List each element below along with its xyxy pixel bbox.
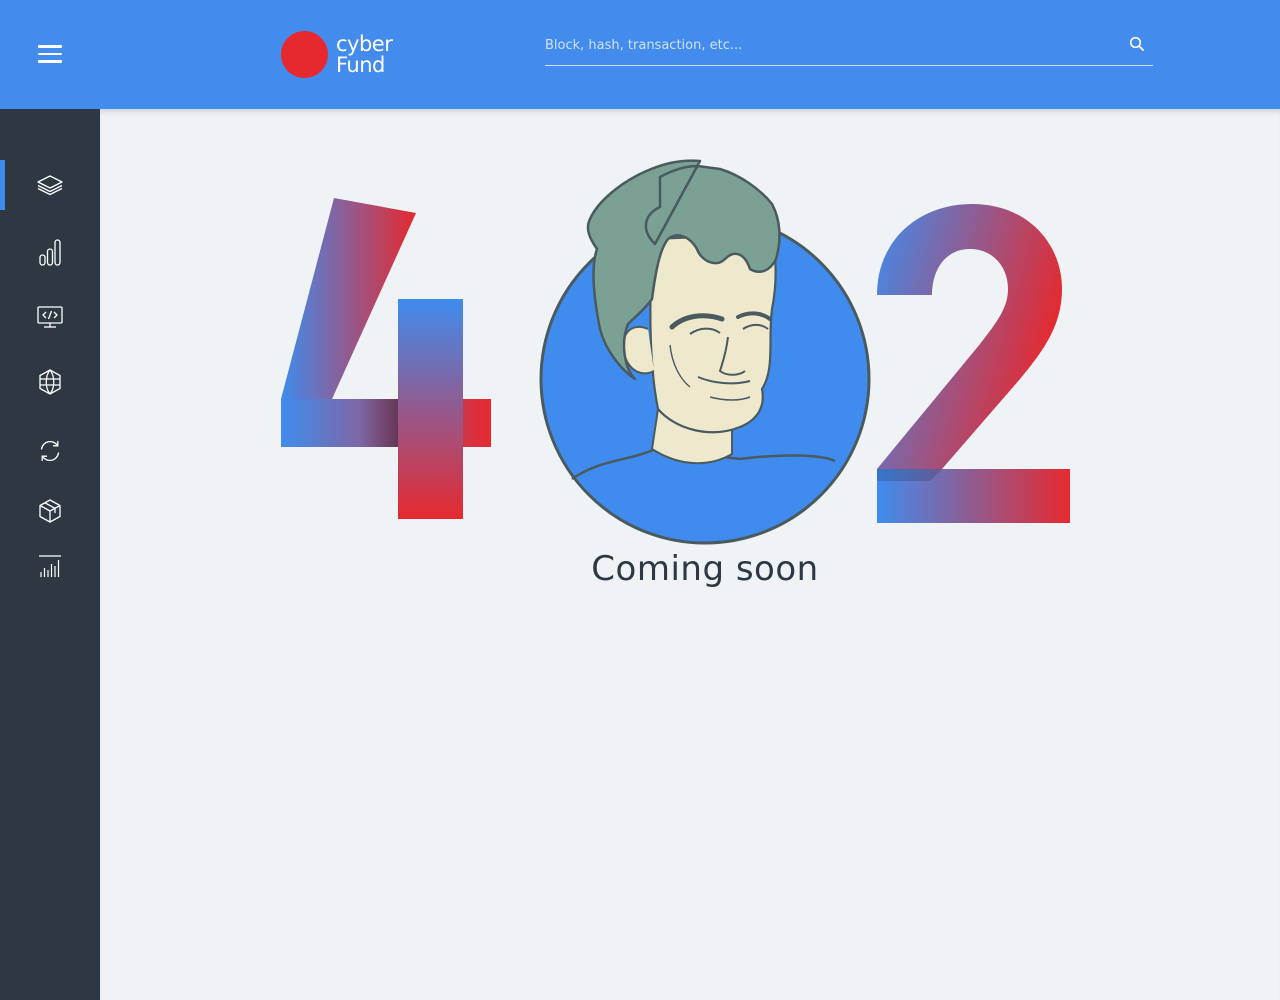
- globe-network-icon: [39, 369, 61, 395]
- sidebar-item-network[interactable]: [0, 357, 100, 407]
- chart-bars-icon: [39, 555, 61, 577]
- layers-icon: [37, 175, 63, 196]
- sync-icon: [40, 440, 60, 462]
- search-bar: [545, 28, 1153, 66]
- sidebar-item-blocks[interactable]: [0, 486, 100, 536]
- coming-soon-message: Coming soon: [591, 549, 819, 589]
- sidebar: [0, 109, 100, 1000]
- search-icon[interactable]: [1125, 32, 1149, 56]
- logo-dot: [281, 31, 328, 78]
- digit-2: [877, 204, 1070, 523]
- sidebar-item-exchange[interactable]: [0, 426, 100, 476]
- digit-4: [281, 198, 491, 519]
- portrait-illustration: [539, 159, 871, 545]
- code-monitor-icon: [37, 306, 63, 328]
- logo-text: cyber Fund: [336, 31, 393, 77]
- hamburger-menu-icon[interactable]: [28, 34, 72, 74]
- main-content: Coming soon: [100, 109, 1280, 1000]
- bar-chart-icon: [39, 239, 61, 266]
- sidebar-item-charts[interactable]: [0, 541, 100, 591]
- sidebar-item-layers[interactable]: [0, 160, 100, 210]
- top-bar: cyber Fund: [0, 0, 1280, 109]
- cube-icon: [39, 499, 61, 523]
- cyberfund-logo[interactable]: cyber Fund: [281, 31, 393, 78]
- search-input[interactable]: [545, 32, 1105, 58]
- sidebar-item-developers[interactable]: [0, 292, 100, 342]
- sidebar-item-stats[interactable]: [0, 227, 100, 277]
